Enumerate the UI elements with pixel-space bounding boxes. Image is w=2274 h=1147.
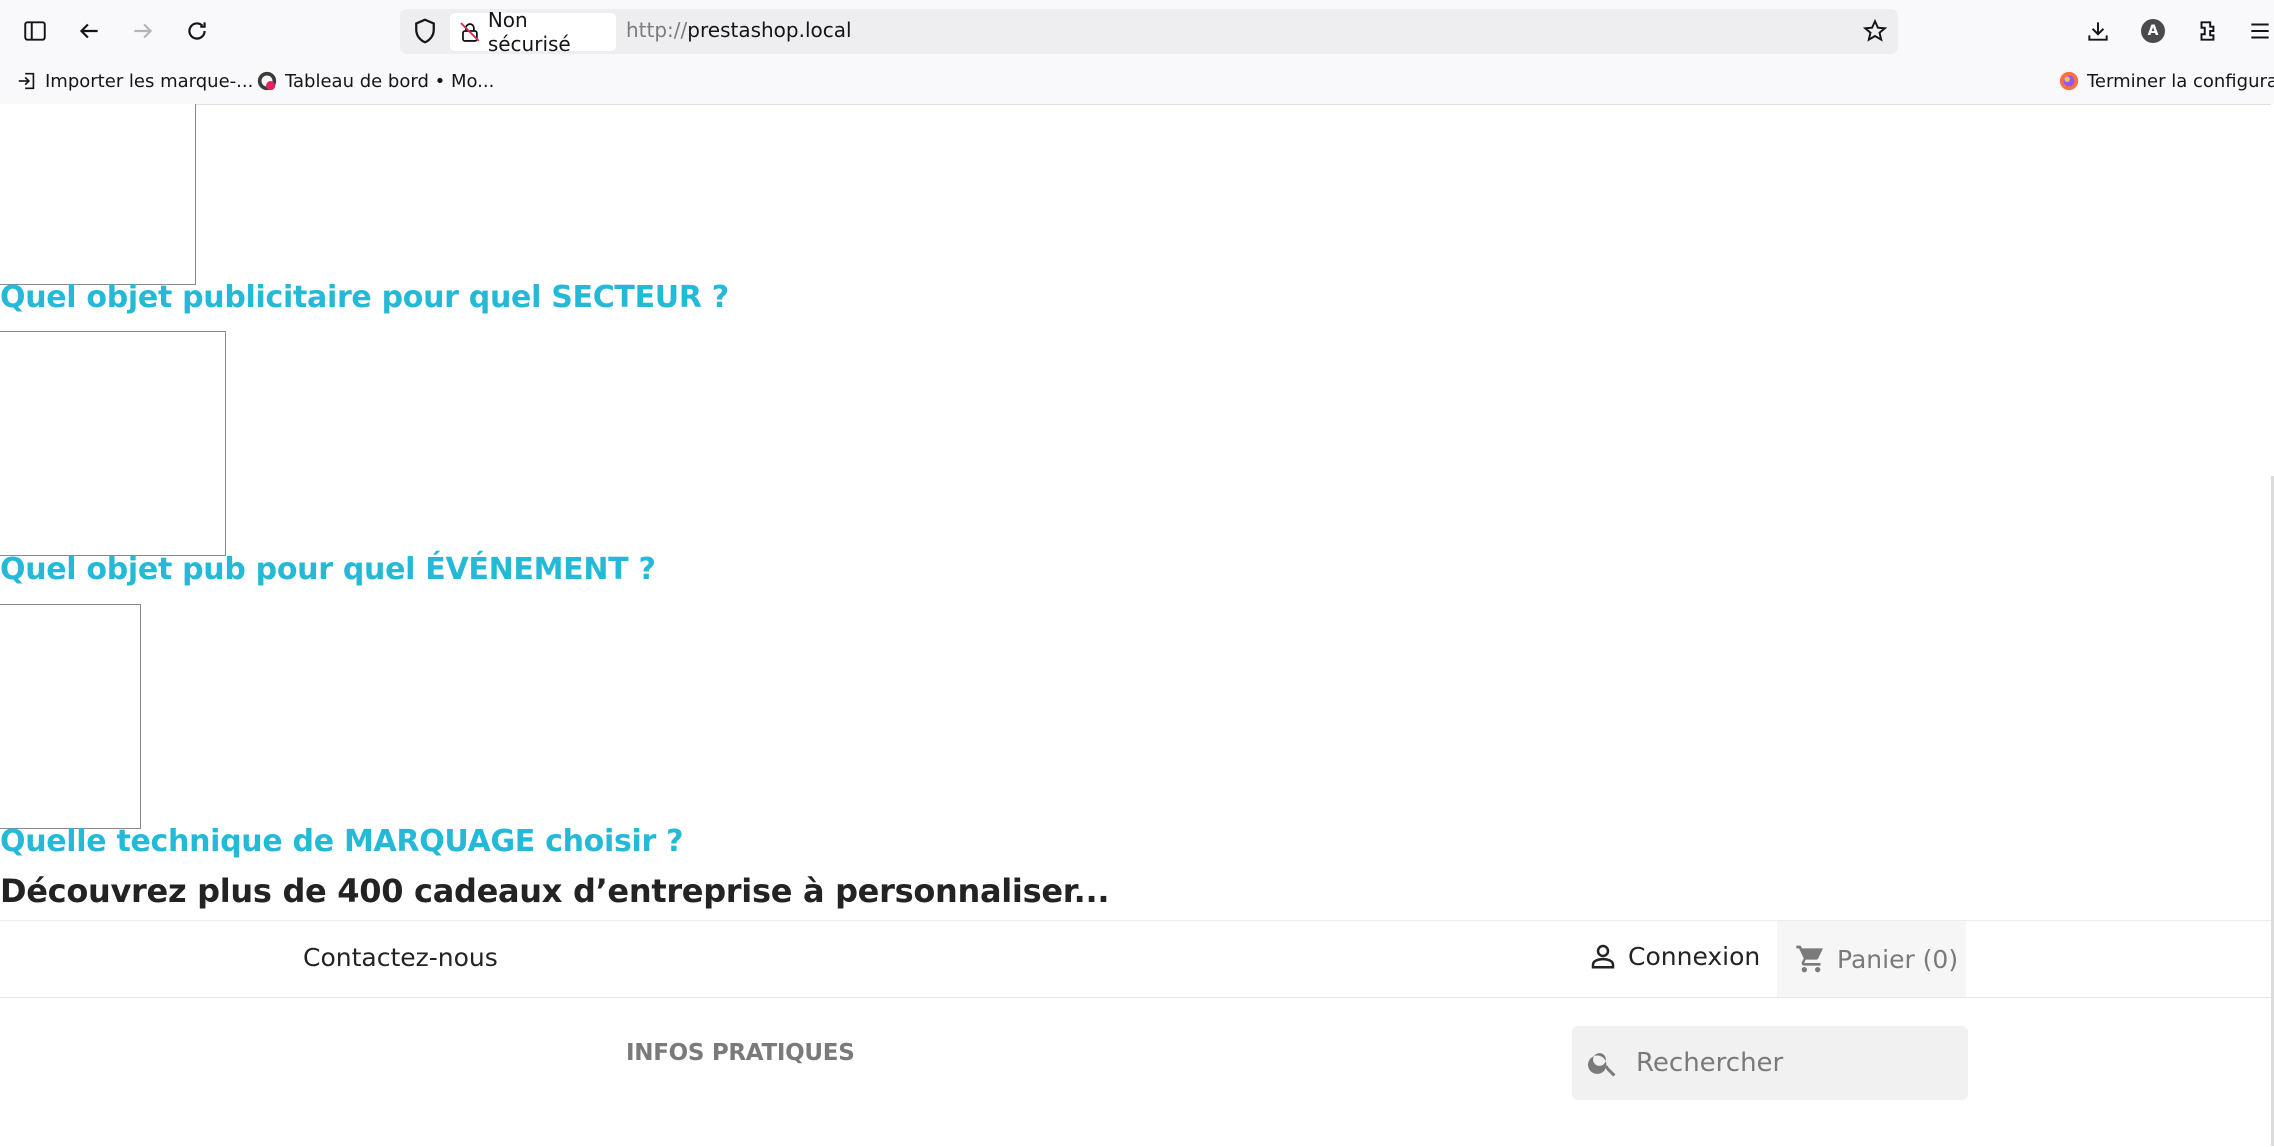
bookmark-dashboard[interactable]: Tableau de bord • Mo... (256, 70, 494, 92)
category-link-marquage[interactable]: Quelle technique de MARQUAGE choisir ? (0, 824, 684, 859)
bookmark-finish-setup[interactable]: Terminer la configurati... (2058, 70, 2274, 92)
tracking-shield-icon[interactable] (410, 16, 440, 46)
url-text[interactable]: http://prestashop.local (626, 18, 852, 42)
category-image-marquage[interactable] (0, 604, 141, 829)
security-indicator[interactable]: Non sécurisé (450, 8, 616, 56)
forward-icon[interactable] (125, 13, 161, 49)
login-link[interactable]: Connexion (1588, 941, 1760, 971)
page-tagline: Découvrez plus de 400 cadeaux d’entrepri… (0, 872, 1110, 910)
category-link-evenement[interactable]: Quel objet pub pour quel ÉVÉNEMENT ? (0, 552, 656, 587)
prestashop-logo-icon (257, 71, 277, 91)
url-bar[interactable] (400, 9, 1898, 54)
search-input[interactable] (1634, 1047, 1958, 1079)
user-icon (1591, 944, 1615, 969)
cart-icon (1796, 945, 1823, 973)
sidebar-toggle-icon[interactable] (17, 13, 53, 49)
category-image-secteur[interactable] (0, 104, 196, 285)
category-image-evenement[interactable] (0, 331, 226, 556)
downloads-icon[interactable] (2080, 13, 2116, 49)
bookmark-import[interactable]: Importer les marque-... (16, 70, 253, 92)
search-icon[interactable] (1586, 1046, 1620, 1080)
back-icon[interactable] (71, 13, 107, 49)
reload-icon[interactable] (179, 13, 215, 49)
insecure-lock-icon (460, 22, 480, 42)
search-box (1572, 1026, 1968, 1100)
firefox-logo-icon (2059, 71, 2079, 91)
contact-link[interactable]: Contactez-nous (303, 943, 498, 972)
menu-infos-pratiques[interactable]: INFOS PRATIQUES (626, 1040, 855, 1066)
browser-toolbar: Non sécurisé http://prestashop.local A (0, 0, 2274, 62)
account-avatar[interactable]: A (2135, 13, 2171, 49)
import-icon (18, 72, 35, 90)
header-nav: Contactez-nous Connexion Panier (0) (0, 920, 2274, 998)
bookmarks-bar: Importer les marque-... Tableau de bord … (0, 62, 2274, 105)
extensions-icon[interactable] (2190, 13, 2226, 49)
menu-icon[interactable] (2245, 13, 2274, 49)
cart-button[interactable]: Panier (0) (1777, 921, 1966, 997)
category-link-secteur[interactable]: Quel objet publicitaire pour quel SECTEU… (0, 280, 729, 315)
bookmark-star-icon[interactable] (1857, 13, 1893, 49)
security-label: Non sécurisé (487, 8, 571, 56)
page-content: Quel objet publicitaire pour quel SECTEU… (0, 104, 2274, 1147)
